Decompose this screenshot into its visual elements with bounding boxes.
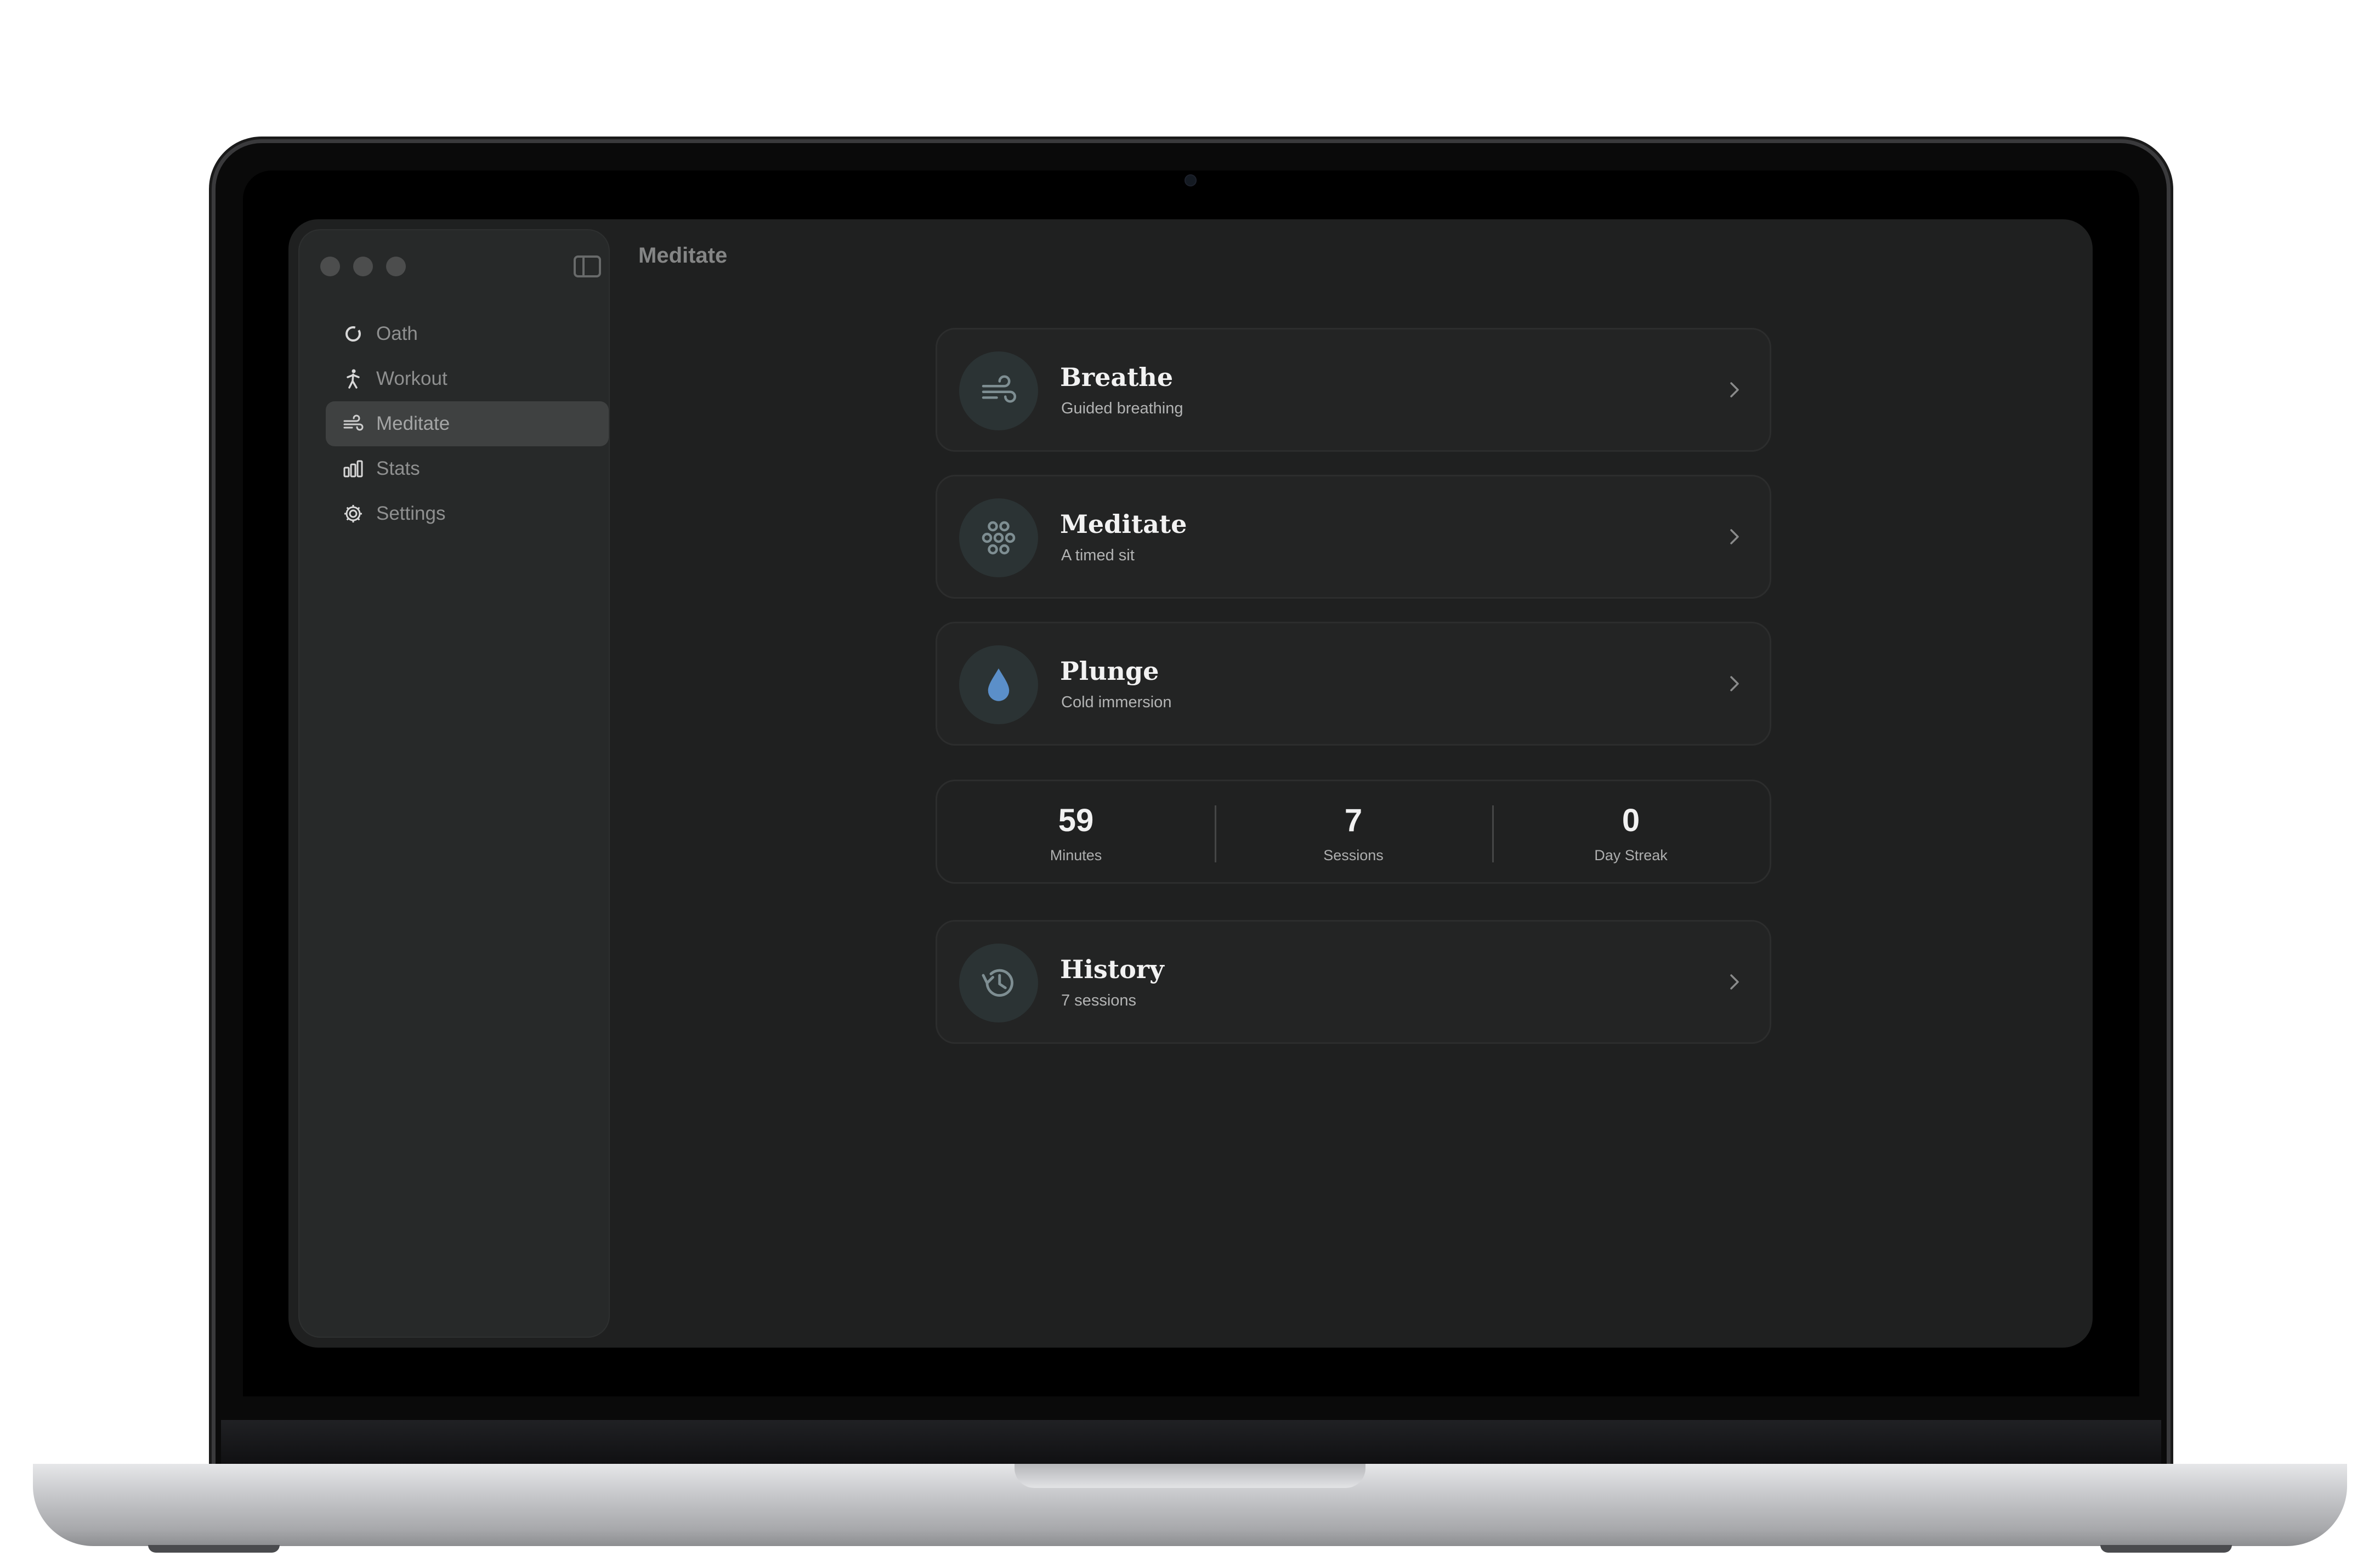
sidebar-item-label: Meditate xyxy=(376,413,450,434)
sidebar-item-stats[interactable]: Stats xyxy=(326,446,609,491)
plunge-card[interactable]: Plunge Cold immersion xyxy=(936,622,1771,746)
card-title: Meditate xyxy=(1060,509,1187,539)
breathe-card[interactable]: Breathe Guided breathing xyxy=(936,328,1771,452)
close-window-button[interactable] xyxy=(320,257,340,276)
sidebar-item-label: Settings xyxy=(376,503,446,524)
gear-icon xyxy=(341,502,365,526)
meditate-card[interactable]: Meditate A timed sit xyxy=(936,475,1771,599)
chevron-right-icon xyxy=(1730,676,1739,691)
sidebar-item-settings[interactable]: Settings xyxy=(326,491,609,536)
app-window: Oath Workout Meditate Stats Settings Med… xyxy=(288,219,2093,1348)
laptop-foot-left xyxy=(148,1545,280,1553)
sidebar-item-workout[interactable]: Workout xyxy=(326,356,609,401)
wind-icon xyxy=(959,351,1038,430)
sidebar-item-label: Oath xyxy=(376,323,418,344)
card-subtitle: Guided breathing xyxy=(1061,400,1183,417)
minimize-window-button[interactable] xyxy=(353,257,373,276)
wind-icon xyxy=(341,412,365,436)
sidebar-item-label: Stats xyxy=(376,458,420,479)
history-card[interactable]: History 7 sessions xyxy=(936,920,1771,1044)
stat-day-streak: 0 Day Streak xyxy=(1492,781,1770,882)
stat-label: Minutes xyxy=(1050,847,1102,863)
laptop-foot-right xyxy=(2100,1545,2232,1553)
stat-value: 7 xyxy=(1344,803,1363,838)
zoom-window-button[interactable] xyxy=(386,257,406,276)
stat-value: 0 xyxy=(1622,803,1640,838)
stats-summary: 59 Minutes 7 Sessions 0 Day Streak xyxy=(936,780,1771,884)
card-title: Breathe xyxy=(1060,362,1174,392)
sidebar-nav: Oath Workout Meditate Stats Settings xyxy=(326,311,609,536)
card-subtitle: Cold immersion xyxy=(1061,694,1172,711)
card-subtitle: A timed sit xyxy=(1061,547,1135,564)
stat-label: Sessions xyxy=(1323,847,1384,863)
card-title: History xyxy=(1060,955,1164,984)
dots-flower-icon xyxy=(959,498,1038,577)
stat-label: Day Streak xyxy=(1594,847,1668,863)
page-title: Meditate xyxy=(638,243,728,268)
sidebar-item-label: Workout xyxy=(376,368,447,389)
camera-icon xyxy=(1185,174,1197,186)
history-clock-icon xyxy=(959,944,1038,1022)
chevron-right-icon xyxy=(1730,382,1739,397)
sidebar: Oath Workout Meditate Stats Settings xyxy=(299,230,609,1337)
laptop-hinge xyxy=(221,1420,2161,1464)
ring-icon xyxy=(341,322,365,346)
sidebar-item-meditate[interactable]: Meditate xyxy=(326,401,609,446)
stat-sessions: 7 Sessions xyxy=(1215,781,1492,882)
card-subtitle: 7 sessions xyxy=(1061,992,1137,1009)
stat-value: 59 xyxy=(1058,803,1094,838)
card-title: Plunge xyxy=(1060,656,1159,686)
sidebar-item-oath[interactable]: Oath xyxy=(326,311,609,356)
laptop-open-notch xyxy=(1015,1464,1365,1488)
bars-icon xyxy=(341,457,365,481)
chevron-right-icon xyxy=(1730,974,1739,990)
chevron-right-icon xyxy=(1730,529,1739,544)
figure-icon xyxy=(341,367,365,391)
stat-minutes: 59 Minutes xyxy=(937,781,1215,882)
sidebar-toggle-icon[interactable] xyxy=(574,255,601,277)
water-drop-icon xyxy=(959,645,1038,724)
